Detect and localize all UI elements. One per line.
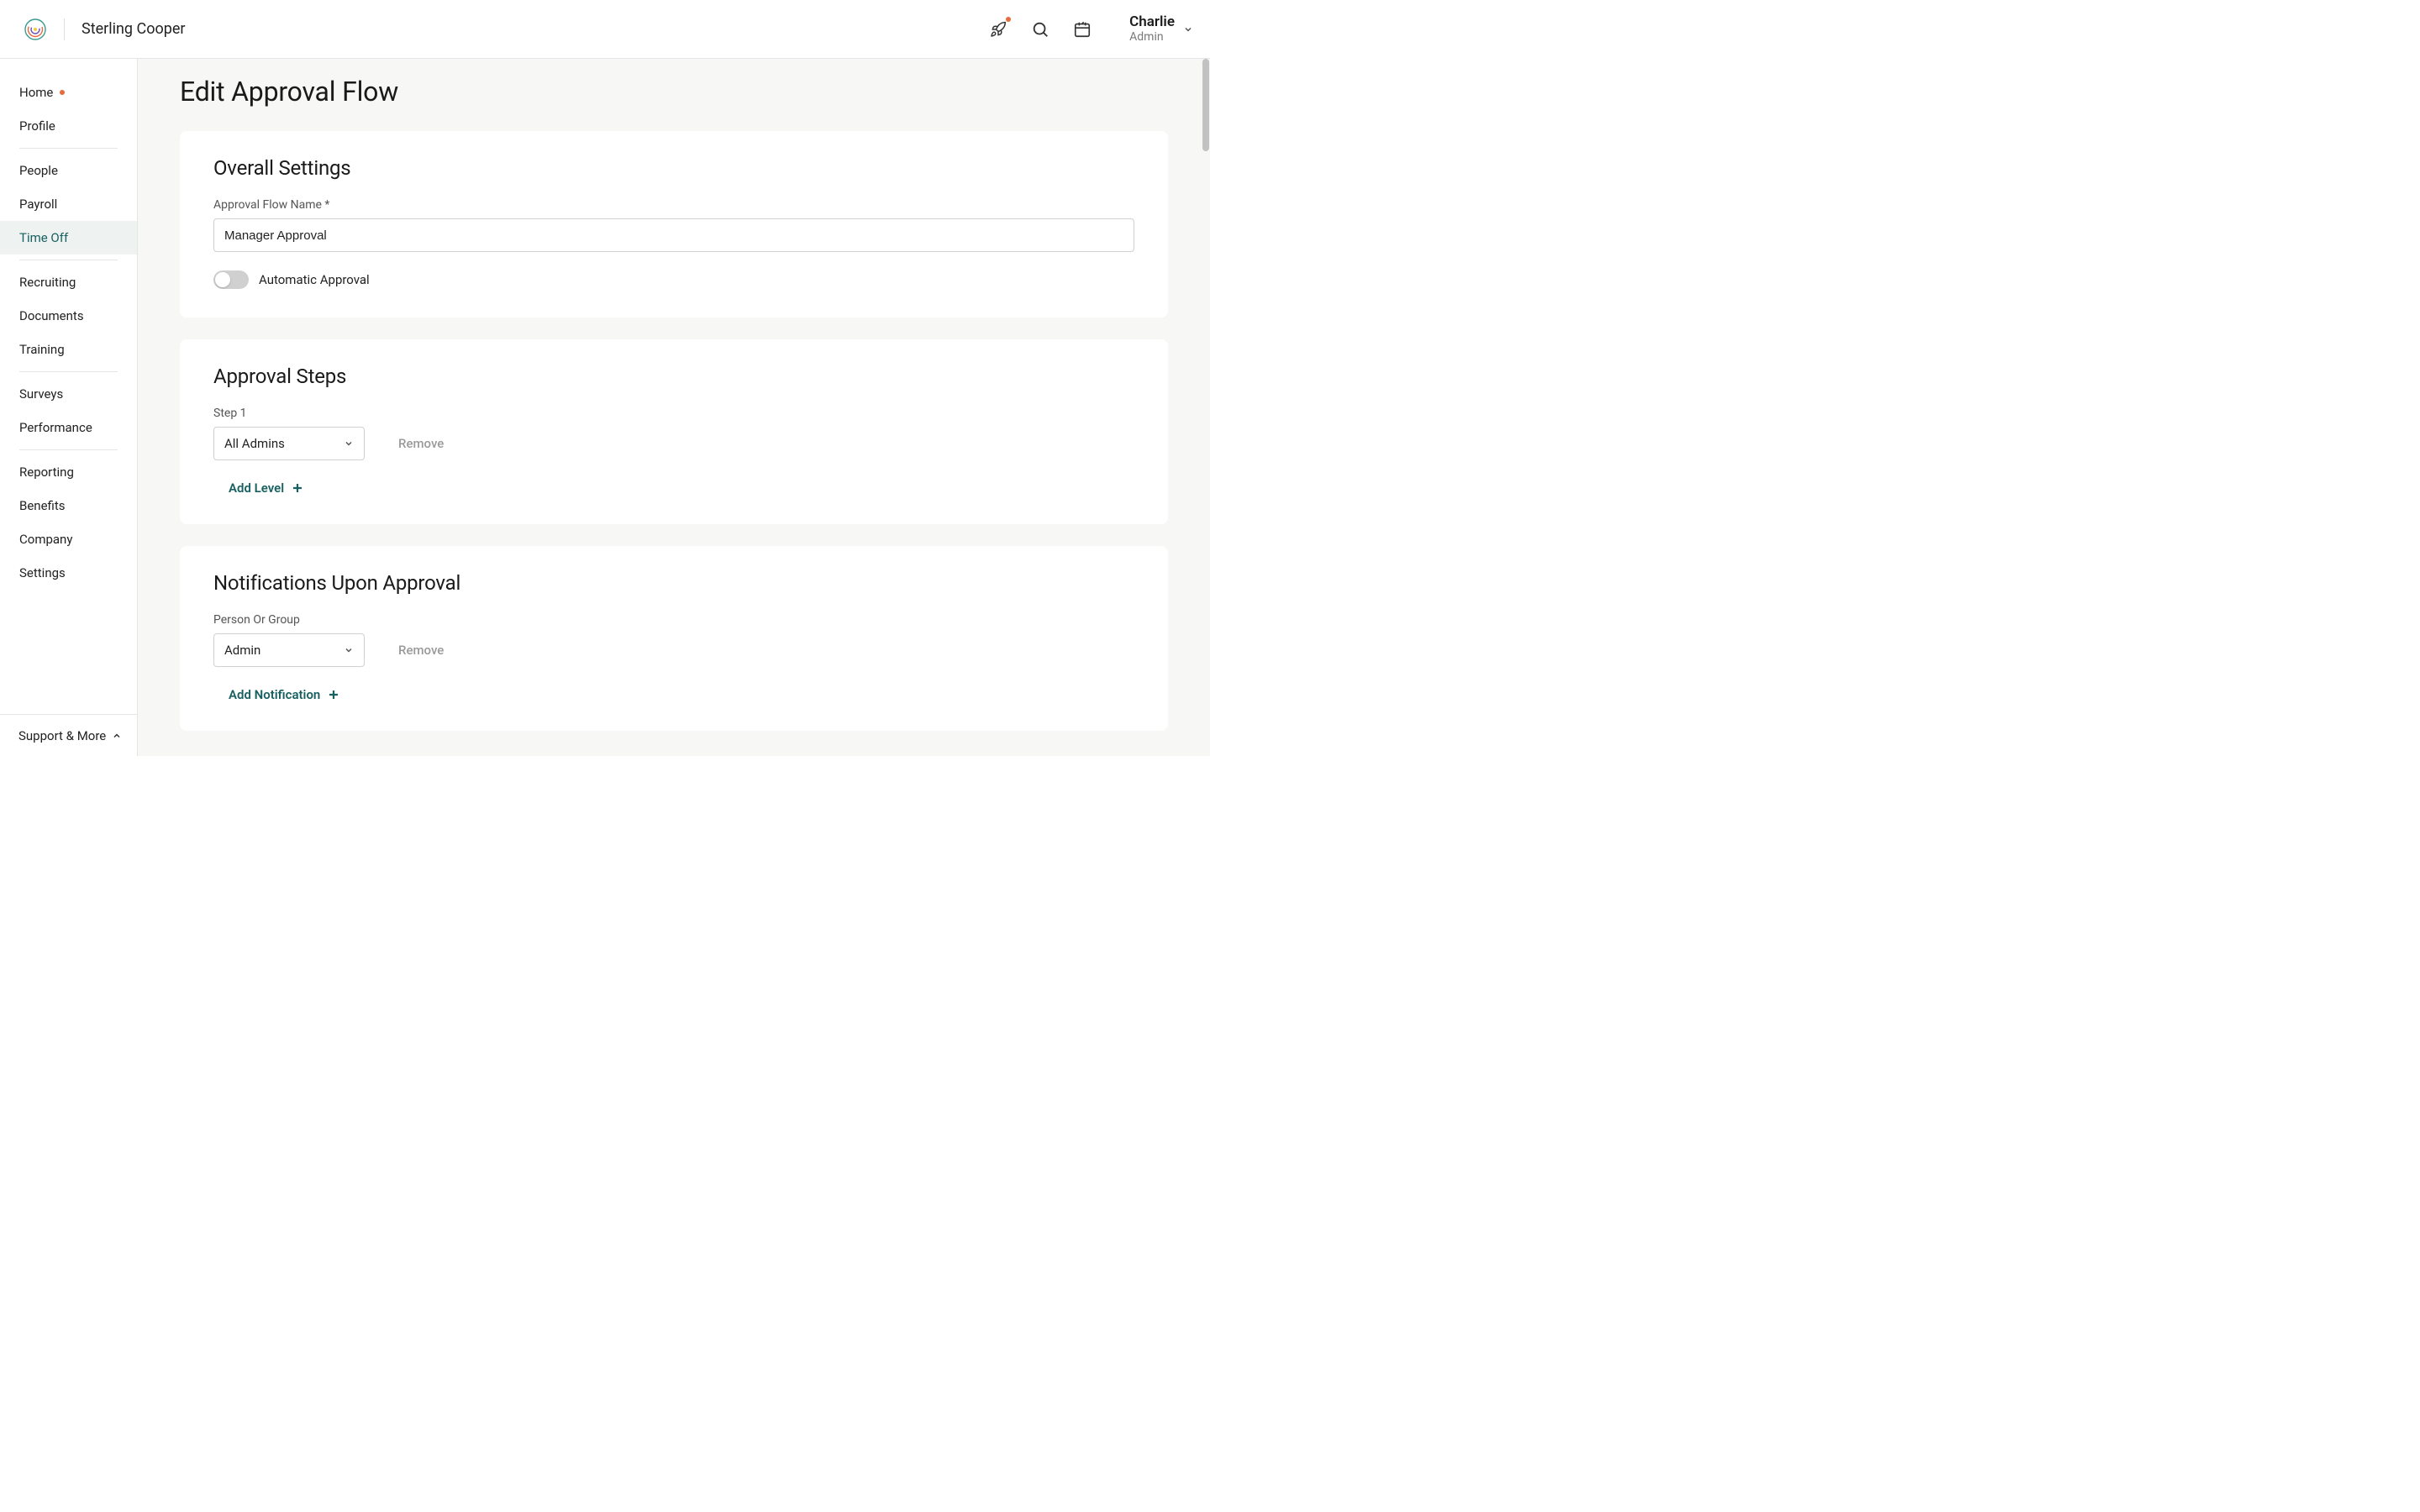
- sidebar-item-settings[interactable]: Settings: [0, 556, 137, 590]
- nav-divider: [19, 449, 118, 450]
- approval-steps-card: Approval Steps Step 1 All Admins Remove …: [180, 339, 1168, 524]
- sidebar-nav: Home Profile People Payroll Time Off Rec…: [0, 59, 137, 714]
- approval-steps-title: Approval Steps: [213, 365, 1134, 388]
- nav-label: Company: [19, 532, 72, 547]
- plus-icon: [329, 690, 339, 700]
- user-name: Charlie: [1129, 13, 1175, 30]
- sidebar-item-surveys[interactable]: Surveys: [0, 377, 137, 411]
- add-level-label: Add Level: [229, 480, 284, 496]
- nav-label: Performance: [19, 420, 92, 435]
- search-icon: [1031, 20, 1050, 39]
- add-notification-button[interactable]: Add Notification: [229, 687, 1134, 702]
- support-more-button[interactable]: Support & More: [0, 714, 137, 756]
- whats-new-button[interactable]: [988, 19, 1008, 39]
- notification-dot-icon: [60, 90, 65, 95]
- nav-label: Time Off: [19, 230, 68, 245]
- rocket-icon: [990, 21, 1007, 38]
- automatic-approval-toggle[interactable]: [213, 270, 249, 289]
- sidebar-item-training[interactable]: Training: [0, 333, 137, 366]
- sidebar-item-documents[interactable]: Documents: [0, 299, 137, 333]
- remove-notification-button[interactable]: Remove: [398, 643, 444, 658]
- sidebar-item-reporting[interactable]: Reporting: [0, 455, 137, 489]
- plus-icon: [292, 483, 302, 493]
- sidebar-item-home[interactable]: Home: [0, 76, 137, 109]
- nav-label: Settings: [19, 565, 66, 580]
- user-menu[interactable]: Charlie Admin: [1129, 13, 1193, 45]
- chevron-down-icon: [344, 438, 354, 449]
- notifications-title: Notifications Upon Approval: [213, 571, 1134, 595]
- chevron-up-icon: [112, 731, 122, 741]
- nav-divider: [19, 148, 118, 149]
- chevron-down-icon: [344, 645, 354, 655]
- page-title: Edit Approval Flow: [180, 76, 1168, 108]
- logo-swirl-icon: [24, 18, 47, 41]
- header-actions: Charlie Admin: [988, 13, 1193, 45]
- add-notification-label: Add Notification: [229, 687, 320, 702]
- overall-settings-card: Overall Settings Approval Flow Name * Au…: [180, 131, 1168, 318]
- nav-label: Recruiting: [19, 275, 76, 290]
- sidebar-item-recruiting[interactable]: Recruiting: [0, 265, 137, 299]
- step-1-approver-select[interactable]: All Admins: [213, 427, 365, 460]
- sidebar-item-profile[interactable]: Profile: [0, 109, 137, 143]
- header-divider: [64, 18, 65, 40]
- app-logo[interactable]: [24, 18, 47, 41]
- sidebar-item-payroll[interactable]: Payroll: [0, 187, 137, 221]
- calendar-icon: [1073, 20, 1092, 39]
- notifications-card: Notifications Upon Approval Person Or Gr…: [180, 546, 1168, 731]
- sidebar-item-company[interactable]: Company: [0, 522, 137, 556]
- nav-label: Training: [19, 342, 65, 357]
- sidebar: Home Profile People Payroll Time Off Rec…: [0, 59, 138, 756]
- approval-flow-name-input[interactable]: [213, 218, 1134, 252]
- company-name: Sterling Cooper: [82, 20, 186, 38]
- approval-flow-name-label: Approval Flow Name *: [213, 198, 1134, 212]
- nav-label: Payroll: [19, 197, 57, 212]
- notification-dot-icon: [1006, 17, 1011, 22]
- main-content: Edit Approval Flow Overall Settings Appr…: [138, 59, 1210, 756]
- automatic-approval-label: Automatic Approval: [259, 272, 370, 287]
- sidebar-item-people[interactable]: People: [0, 154, 137, 187]
- nav-label: Home: [19, 85, 53, 100]
- add-level-button[interactable]: Add Level: [229, 480, 1134, 496]
- step-1-label: Step 1: [213, 407, 1134, 420]
- person-or-group-label: Person Or Group: [213, 613, 1134, 627]
- nav-label: Documents: [19, 308, 84, 323]
- sidebar-item-time-off[interactable]: Time Off: [0, 221, 137, 255]
- sidebar-item-benefits[interactable]: Benefits: [0, 489, 137, 522]
- nav-label: Reporting: [19, 465, 74, 480]
- search-button[interactable]: [1030, 19, 1050, 39]
- nav-label: People: [19, 163, 58, 178]
- nav-label: Profile: [19, 118, 55, 134]
- nav-label: Surveys: [19, 386, 63, 402]
- calendar-button[interactable]: [1072, 19, 1092, 39]
- remove-step-button[interactable]: Remove: [398, 436, 444, 451]
- person-or-group-select[interactable]: Admin: [213, 633, 365, 667]
- scroll-thumb[interactable]: [1202, 59, 1209, 151]
- sidebar-item-performance[interactable]: Performance: [0, 411, 137, 444]
- nav-label: Benefits: [19, 498, 66, 513]
- support-label: Support & More: [18, 728, 106, 743]
- scrollbar[interactable]: [1201, 59, 1209, 756]
- overall-settings-title: Overall Settings: [213, 156, 1134, 180]
- user-role: Admin: [1129, 30, 1175, 45]
- chevron-down-icon: [1183, 24, 1193, 34]
- select-value: Admin: [224, 643, 260, 658]
- nav-divider: [19, 371, 118, 372]
- toggle-knob: [215, 272, 230, 287]
- select-value: All Admins: [224, 436, 285, 451]
- top-header: Sterling Cooper Charlie: [0, 0, 1210, 59]
